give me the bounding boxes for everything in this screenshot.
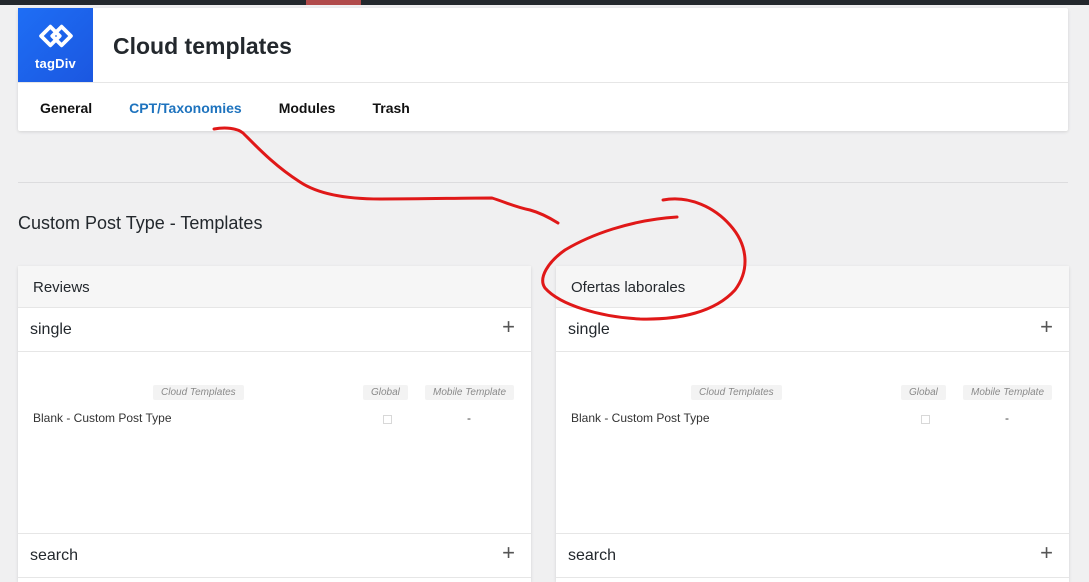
- template-row-single: single +: [18, 308, 531, 352]
- tagdiv-logo-icon: [38, 24, 73, 48]
- column-header-global: Global: [363, 385, 408, 400]
- mobile-template-value: -: [467, 411, 471, 425]
- cpt-panel-ofertas-laborales: Ofertas laborales single + Cloud Templat…: [556, 266, 1069, 582]
- panel-title: Reviews: [18, 266, 531, 308]
- logo-text: tagDiv: [35, 56, 76, 71]
- template-row-single: single +: [556, 308, 1069, 352]
- template-name[interactable]: Blank - Custom Post Type: [571, 411, 710, 425]
- add-template-plus-icon[interactable]: +: [502, 316, 515, 338]
- column-header-cloud-templates: Cloud Templates: [153, 385, 244, 400]
- row-label: single: [30, 321, 72, 338]
- admin-top-bar: [0, 0, 1089, 5]
- column-header-mobile-template: Mobile Template: [425, 385, 515, 400]
- tabs-divider: [18, 82, 1068, 83]
- template-row-search: search +: [18, 534, 531, 578]
- column-header-global: Global: [901, 385, 946, 400]
- template-list: Cloud Templates Global Mobile Template B…: [556, 352, 1069, 534]
- add-template-plus-icon[interactable]: +: [1040, 316, 1053, 338]
- global-checkbox[interactable]: [921, 415, 930, 424]
- section-title: Custom Post Type - Templates: [18, 213, 263, 233]
- global-checkbox[interactable]: [383, 415, 392, 424]
- tab-general[interactable]: General: [40, 100, 92, 116]
- tab-trash[interactable]: Trash: [372, 100, 409, 116]
- template-list: Cloud Templates Global Mobile Template B…: [18, 352, 531, 534]
- tab-cpt-taxonomies[interactable]: CPT/Taxonomies: [129, 100, 242, 116]
- row-label: search: [30, 547, 79, 564]
- tab-bar: General CPT/Taxonomies Modules Trash: [40, 100, 447, 116]
- add-template-plus-icon[interactable]: +: [502, 542, 515, 564]
- header-card: tagDiv Cloud templates General CPT/Taxon…: [18, 8, 1068, 131]
- template-row-search: search +: [556, 534, 1069, 578]
- cpt-panel-reviews: Reviews single + Cloud Templates Global …: [18, 266, 531, 582]
- tagdiv-logo: tagDiv: [18, 8, 93, 83]
- mobile-template-value: -: [1005, 411, 1009, 425]
- panel-title: Ofertas laborales: [556, 266, 1069, 308]
- section-divider: [18, 182, 1068, 183]
- page-title: Cloud templates: [113, 33, 292, 59]
- row-label: search: [568, 547, 617, 564]
- admin-top-bar-accent: [306, 0, 361, 5]
- template-name[interactable]: Blank - Custom Post Type: [33, 411, 172, 425]
- column-header-cloud-templates: Cloud Templates: [691, 385, 782, 400]
- row-label: single: [568, 321, 610, 338]
- annotation-arrow-stroke: [212, 126, 560, 225]
- column-header-mobile-template: Mobile Template: [963, 385, 1053, 400]
- add-template-plus-icon[interactable]: +: [1040, 542, 1053, 564]
- tab-modules[interactable]: Modules: [279, 100, 336, 116]
